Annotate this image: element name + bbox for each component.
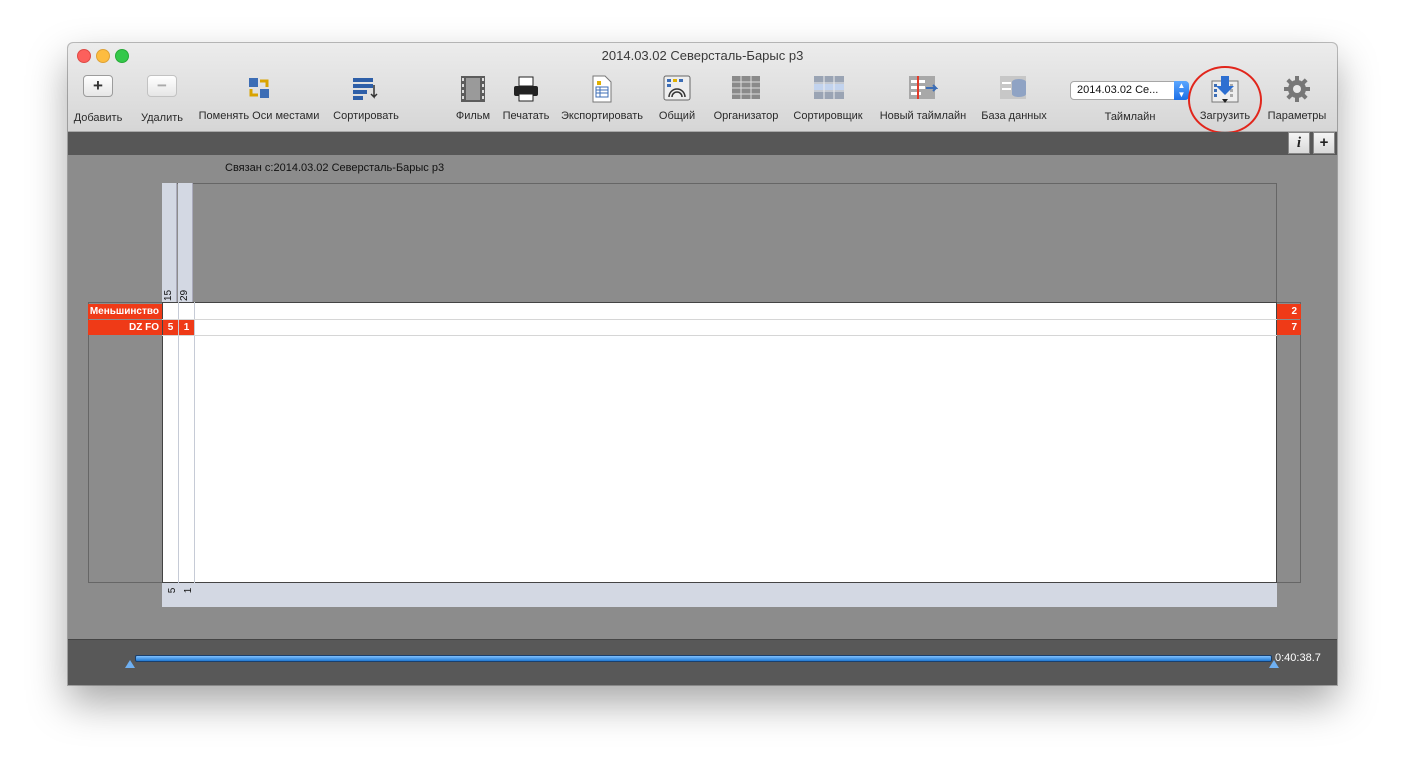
row-label-dz-fo[interactable]: DZ FO: [88, 320, 162, 335]
row-divider: [162, 335, 1277, 336]
timeline-time: 0:40:38.7: [1275, 652, 1321, 664]
row-total: 2: [1277, 304, 1301, 319]
printer-icon: [514, 76, 538, 102]
export-document-icon: [592, 75, 612, 103]
window-title: 2014.03.02 Северсталь-Барыс р3: [601, 48, 804, 63]
timeline-icon: [909, 76, 938, 99]
row-totals-frame: [1277, 302, 1301, 583]
film-button[interactable]: Фильм: [456, 75, 490, 122]
app-window: 2014.03.02 Северсталь-Барыс р3 + Добавит…: [68, 43, 1337, 685]
general-label: Общий: [658, 110, 696, 122]
timeline-select[interactable]: 2014.03.02 Се... ▲ ▼: [1070, 81, 1189, 100]
swap-axes-button[interactable]: Поменять Оси местами: [199, 75, 319, 122]
general-button[interactable]: Общий: [659, 75, 695, 122]
database-label: База данных: [981, 110, 1047, 122]
broadcast-icon: [663, 75, 691, 101]
matrix-cell[interactable]: 1: [179, 320, 194, 335]
database-button[interactable]: База данных: [981, 75, 1047, 122]
updown-chevron-icon: ▲ ▼: [1174, 81, 1189, 100]
film-icon: [461, 76, 485, 102]
timeline-label: Таймлайн: [1104, 111, 1156, 123]
sort-button[interactable]: Сортировать: [333, 75, 399, 122]
sub-toolbar: i +: [68, 132, 1337, 155]
column-totals: 5 1: [162, 583, 1277, 607]
add-label: Добавить: [73, 112, 123, 124]
titlebar-toolbar: 2014.03.02 Северсталь-Барыс р3 + Добавит…: [68, 43, 1337, 134]
swap-axes-label: Поменять Оси местами: [198, 110, 320, 122]
remove-label: Удалить: [141, 112, 183, 124]
column-total: 1: [183, 587, 194, 594]
timeline-select-value: 2014.03.02 Се...: [1077, 84, 1159, 96]
timeline-start-handle[interactable]: [125, 660, 135, 668]
sorter-label: Сортировщик: [793, 110, 863, 122]
film-label: Фильм: [455, 110, 491, 122]
column-divider: [194, 302, 195, 583]
sort-label: Сортировать: [333, 110, 399, 122]
column-divider: [178, 302, 179, 583]
matrix-grid: [162, 302, 1277, 583]
export-button[interactable]: Экспортировать: [561, 75, 643, 122]
row-divider: [162, 319, 1277, 320]
settings-button[interactable]: Параметры: [1268, 75, 1326, 122]
database-icon: [1000, 76, 1026, 99]
sorter-grid-icon: [814, 76, 844, 99]
column-header-2[interactable]: 29: [178, 183, 193, 303]
info-icon: i: [1296, 135, 1302, 151]
plus-icon: +: [1319, 134, 1329, 151]
linked-to-label: Связан с:2014.03.02 Северсталь-Барыс р3: [225, 162, 445, 174]
highlight-circle: [1188, 66, 1262, 134]
swap-axes-icon: [249, 78, 269, 98]
settings-label: Параметры: [1267, 110, 1327, 122]
column-total: 5: [167, 587, 178, 594]
row-label-minority[interactable]: Меньшинство: [88, 304, 162, 319]
organizer-grid-icon: [732, 76, 760, 99]
info-button[interactable]: i: [1288, 132, 1310, 154]
remove-button[interactable]: − Удалить: [141, 75, 183, 124]
add-row-button[interactable]: +: [1313, 132, 1335, 154]
row-labels-frame: [88, 302, 162, 583]
new-timeline-label: Новый таймлайн: [879, 110, 967, 122]
column-label: 15: [163, 289, 174, 301]
column-header-1[interactable]: 15: [162, 183, 177, 303]
sorter-button[interactable]: Сортировщик: [793, 75, 863, 122]
row-total: 7: [1277, 320, 1301, 335]
matrix-cell[interactable]: 5: [163, 320, 178, 335]
timeline-scrubber[interactable]: [135, 655, 1272, 662]
gear-icon: [1284, 76, 1310, 102]
plus-icon: +: [83, 75, 113, 97]
add-button[interactable]: + Добавить: [74, 75, 122, 124]
new-timeline-button[interactable]: Новый таймлайн: [880, 75, 966, 122]
timeline-bar: 0:40:38.7: [68, 639, 1337, 685]
organizer-button[interactable]: Организатор: [714, 75, 778, 122]
export-label: Экспортировать: [560, 110, 644, 122]
column-label: 29: [179, 289, 190, 301]
sort-icon: [353, 78, 378, 100]
organizer-label: Организатор: [713, 110, 779, 122]
print-label: Печатать: [502, 110, 550, 122]
print-button[interactable]: Печатать: [503, 75, 549, 122]
minus-icon: −: [147, 75, 177, 97]
